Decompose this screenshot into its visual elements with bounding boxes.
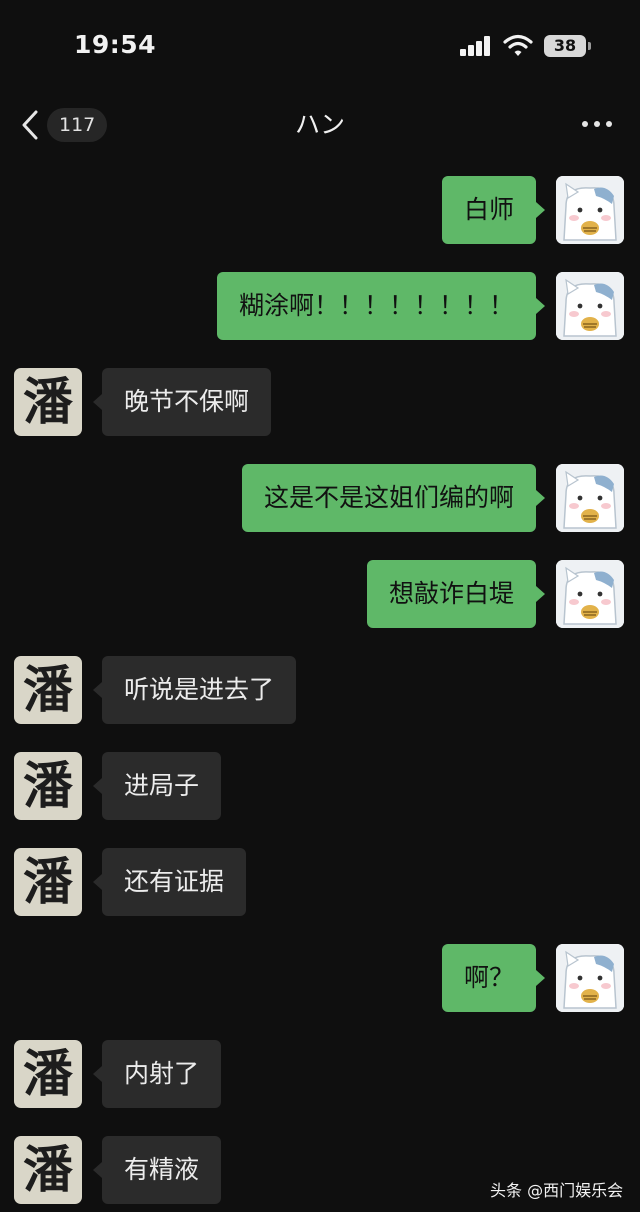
status-time: 19:54 bbox=[74, 30, 157, 59]
received-message-bubble[interactable]: 内射了 bbox=[102, 1040, 222, 1108]
bubble-tail bbox=[536, 970, 545, 986]
sent-message-bubble[interactable]: 白师 bbox=[441, 176, 536, 244]
wifi-icon bbox=[503, 34, 533, 56]
chat-header: 117 ハン bbox=[0, 90, 640, 160]
received-message-bubble[interactable]: 进局子 bbox=[102, 752, 222, 820]
contact-avatar[interactable]: 潘 bbox=[14, 1136, 82, 1204]
contact-avatar-glyph: 潘 bbox=[23, 852, 73, 911]
bubble-tail bbox=[93, 874, 102, 890]
received-message-bubble[interactable]: 还有证据 bbox=[102, 848, 247, 916]
message-row: 想敲诈白堤 bbox=[0, 560, 640, 628]
bubble-tail bbox=[536, 202, 545, 218]
contact-avatar-glyph: 潘 bbox=[23, 1044, 73, 1103]
battery-tip bbox=[588, 42, 591, 50]
bubble-tail bbox=[536, 490, 545, 506]
message-row: 白师 bbox=[0, 176, 640, 244]
message-row: 这是不是这姐们编的啊 bbox=[0, 464, 640, 532]
contact-avatar-glyph: 潘 bbox=[23, 1140, 73, 1199]
message-row: 糊涂啊！！！！！！！！ bbox=[0, 272, 640, 340]
sent-message-bubble[interactable]: 这是不是这姐们编的啊 bbox=[241, 464, 536, 532]
received-message-bubble[interactable]: 听说是进去了 bbox=[102, 656, 297, 724]
contact-avatar[interactable]: 潘 bbox=[14, 848, 82, 916]
self-avatar[interactable] bbox=[556, 560, 624, 628]
contact-avatar[interactable]: 潘 bbox=[14, 368, 82, 436]
bubble-tail bbox=[536, 298, 545, 314]
contact-avatar-glyph: 潘 bbox=[23, 756, 73, 815]
contact-avatar[interactable]: 潘 bbox=[14, 752, 82, 820]
message-row: 潘晚节不保啊 bbox=[0, 368, 640, 436]
bubble-tail bbox=[93, 394, 102, 410]
contact-avatar-glyph: 潘 bbox=[23, 372, 73, 431]
bubble-tail bbox=[93, 778, 102, 794]
chat-title: ハン bbox=[294, 110, 345, 139]
contact-avatar-glyph: 潘 bbox=[23, 660, 73, 719]
self-avatar[interactable] bbox=[556, 272, 624, 340]
message-row: 潘听说是进去了 bbox=[0, 656, 640, 724]
message-row: 啊？ bbox=[0, 944, 640, 1012]
message-list[interactable]: 白师 糊涂啊！！！！！！！！潘晚节不保啊 这是不是这姐们编的啊 想敲诈白堤潘听说是进去… bbox=[0, 160, 640, 1212]
bubble-tail bbox=[93, 682, 102, 698]
bubble-tail bbox=[536, 586, 545, 602]
message-row: 潘内射了 bbox=[0, 1040, 640, 1108]
self-avatar[interactable] bbox=[556, 944, 624, 1012]
more-options-icon[interactable] bbox=[580, 120, 614, 130]
received-message-bubble[interactable]: 有精液 bbox=[102, 1136, 222, 1204]
bubble-tail bbox=[93, 1162, 102, 1178]
status-bar: 19:54 38 bbox=[0, 0, 640, 90]
sent-message-bubble[interactable]: 想敲诈白堤 bbox=[366, 560, 536, 628]
sent-message-bubble[interactable]: 糊涂啊！！！！！！！！ bbox=[216, 272, 536, 340]
self-avatar[interactable] bbox=[556, 176, 624, 244]
bubble-tail bbox=[93, 1066, 102, 1082]
contact-avatar[interactable]: 潘 bbox=[14, 656, 82, 724]
message-row: 潘还有证据 bbox=[0, 848, 640, 916]
sent-message-bubble[interactable]: 啊？ bbox=[441, 944, 536, 1012]
contact-avatar[interactable]: 潘 bbox=[14, 1040, 82, 1108]
message-row: 潘进局子 bbox=[0, 752, 640, 820]
received-message-bubble[interactable]: 晚节不保啊 bbox=[102, 368, 272, 436]
cellular-signal-icon bbox=[460, 36, 492, 56]
battery-icon: 38 bbox=[544, 35, 586, 57]
source-watermark: 头条 @西门娱乐会 bbox=[490, 1181, 624, 1200]
self-avatar[interactable] bbox=[556, 464, 624, 532]
